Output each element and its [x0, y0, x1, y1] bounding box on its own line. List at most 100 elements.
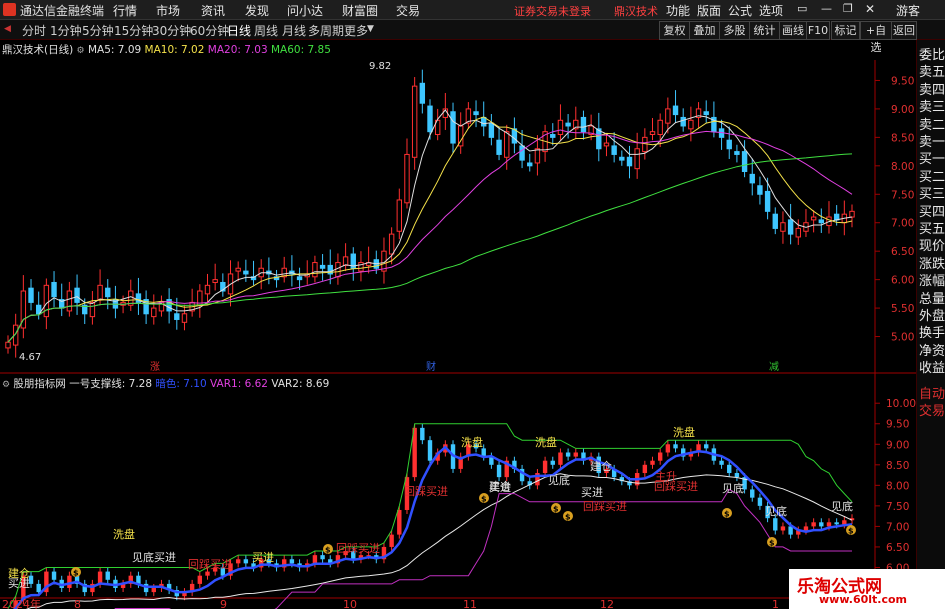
side-item-14[interactable]: 总量	[919, 288, 945, 307]
sub-candle-body	[36, 583, 41, 593]
candle-body	[849, 210, 855, 218]
tab-period-weekly[interactable]: 周线	[254, 22, 278, 39]
f10-button[interactable]: F10	[806, 21, 830, 40]
side-item-1[interactable]: 卖五	[919, 61, 945, 80]
account-label: 鼎汉技术	[614, 5, 658, 18]
overlay-button[interactable]: 叠加	[689, 21, 720, 40]
main-ytick-label: 5.00	[891, 332, 914, 344]
side-item-15[interactable]: 外盘	[919, 305, 945, 324]
back-arrow-icon[interactable]: ◀	[4, 24, 11, 34]
candle-body	[212, 279, 218, 283]
sub-ytick-label: 10.00	[886, 398, 916, 410]
menu-item-wealth[interactable]: 财富圈	[342, 2, 378, 19]
menu-item-trade[interactable]: 交易	[396, 2, 420, 19]
menu-item-ask[interactable]: 问小达	[287, 2, 323, 19]
candle-body	[89, 301, 96, 318]
side-bottom-item-1[interactable]: 交易	[919, 400, 945, 419]
side-item-9[interactable]: 买四	[919, 201, 945, 220]
sub-candle-body	[642, 464, 648, 474]
marker-reduce: 减	[769, 361, 779, 373]
menu-item-market[interactable]: 行情	[113, 2, 137, 19]
menu-item-news[interactable]: 资讯	[201, 2, 225, 19]
sub-candle-body	[558, 452, 563, 465]
sub-candle-body	[573, 452, 578, 457]
menu-item-options[interactable]: 选项	[759, 2, 783, 19]
return-button[interactable]: 返回	[891, 21, 917, 40]
candle-body	[550, 134, 556, 138]
sub-ytick-label: 7.00	[886, 521, 909, 533]
tab-period-intraday[interactable]: 分时	[22, 22, 46, 39]
side-item-8[interactable]: 买三	[919, 183, 945, 202]
tab-period-multi[interactable]: 多周期	[308, 22, 344, 39]
side-item-6[interactable]: 买一	[919, 148, 945, 167]
signal-pullback-1: 回踩买进	[404, 485, 448, 498]
candle-body	[204, 284, 211, 295]
side-item-3[interactable]: 卖三	[919, 96, 945, 115]
adjust-button[interactable]: 复权	[659, 21, 690, 40]
menu-item-exchange[interactable]: 市场	[156, 2, 180, 19]
side-item-18[interactable]: 收益	[919, 357, 945, 376]
tab-period-30min[interactable]: 30分钟	[152, 22, 191, 39]
var1-step-line	[114, 488, 852, 609]
signal-wash-3: 洗盘	[673, 425, 695, 439]
side-item-7[interactable]: 买二	[919, 166, 945, 185]
side-item-17[interactable]: 净资	[919, 340, 945, 359]
side-item-16[interactable]: 换手	[919, 322, 945, 341]
ma60-line	[7, 153, 853, 343]
tab-period-more[interactable]: 更多	[344, 22, 368, 39]
marker-finance: 财	[426, 360, 436, 373]
restore-icon[interactable]: ❐	[843, 2, 853, 15]
candle-body	[795, 227, 801, 238]
menu-item-function[interactable]: 功能	[666, 2, 690, 19]
candle-body	[427, 105, 433, 133]
side-item-0[interactable]: 委比	[919, 44, 945, 63]
candle-body	[626, 156, 633, 167]
sub-candle-body	[811, 522, 816, 527]
mark-button[interactable]: 标记	[831, 21, 860, 40]
tab-period-60min[interactable]: 60分钟	[190, 22, 229, 39]
close-icon[interactable]: ✕	[865, 2, 875, 16]
tab-period-5min[interactable]: 5分钟	[82, 22, 114, 39]
signal-buy-2: 买进	[581, 486, 603, 499]
side-item-5[interactable]: 卖一	[919, 131, 945, 150]
candle-body	[488, 122, 495, 138]
side-item-11[interactable]: 现价	[919, 235, 945, 254]
candle-body	[296, 276, 303, 281]
login-warning[interactable]: 证券交易未登录	[514, 3, 591, 19]
kline-chart-area[interactable]: $ $ $ $ $ $ $ $ 9.50 9.00 8.50 8.00 7.50 7.00 6.50 6.0…	[0, 40, 916, 609]
time-label-11: 11	[463, 598, 477, 609]
dropdown-icon[interactable]: ▼	[367, 24, 374, 34]
draw-button[interactable]: 画线	[779, 21, 807, 40]
guest-label[interactable]: 游客	[896, 2, 920, 19]
stats-button[interactable]: 统计	[749, 21, 780, 40]
signal-pullback-2: 回踩买进	[583, 500, 627, 513]
side-item-12[interactable]: 涨跌	[919, 253, 945, 272]
money-bag-symbol: $	[848, 527, 854, 536]
minimize-icon[interactable]: —	[821, 2, 832, 15]
multi-stock-button[interactable]: 多股	[719, 21, 750, 40]
candle-body	[833, 213, 840, 221]
add-watchlist-button[interactable]: +自选	[860, 21, 892, 54]
side-item-4[interactable]: 卖二	[919, 114, 945, 133]
candle-body	[151, 307, 157, 318]
candle-body	[764, 190, 771, 212]
side-item-10[interactable]: 买五	[919, 218, 945, 237]
candle-body	[780, 222, 786, 232]
sub-candle-body	[243, 559, 249, 564]
sub-candle-body	[719, 460, 724, 465]
menu-item-discover[interactable]: 发现	[245, 2, 269, 19]
candle-body	[596, 128, 602, 150]
tab-period-daily[interactable]: 日线	[227, 22, 251, 39]
tab-period-1min[interactable]: 1分钟	[50, 22, 82, 39]
tab-period-15min[interactable]: 15分钟	[114, 22, 153, 39]
side-item-2[interactable]: 卖四	[919, 79, 945, 98]
candle-body	[411, 85, 418, 158]
sub-candle-body	[542, 460, 548, 474]
sub-candle-body	[427, 440, 433, 461]
candle-body	[680, 116, 686, 127]
side-item-13[interactable]: 涨幅	[919, 270, 945, 289]
menu-item-formula[interactable]: 公式	[728, 2, 752, 19]
window-menu-icon[interactable]: ▭	[797, 2, 807, 15]
menu-item-layout[interactable]: 版面	[697, 2, 721, 19]
tab-period-monthly[interactable]: 月线	[282, 22, 306, 39]
